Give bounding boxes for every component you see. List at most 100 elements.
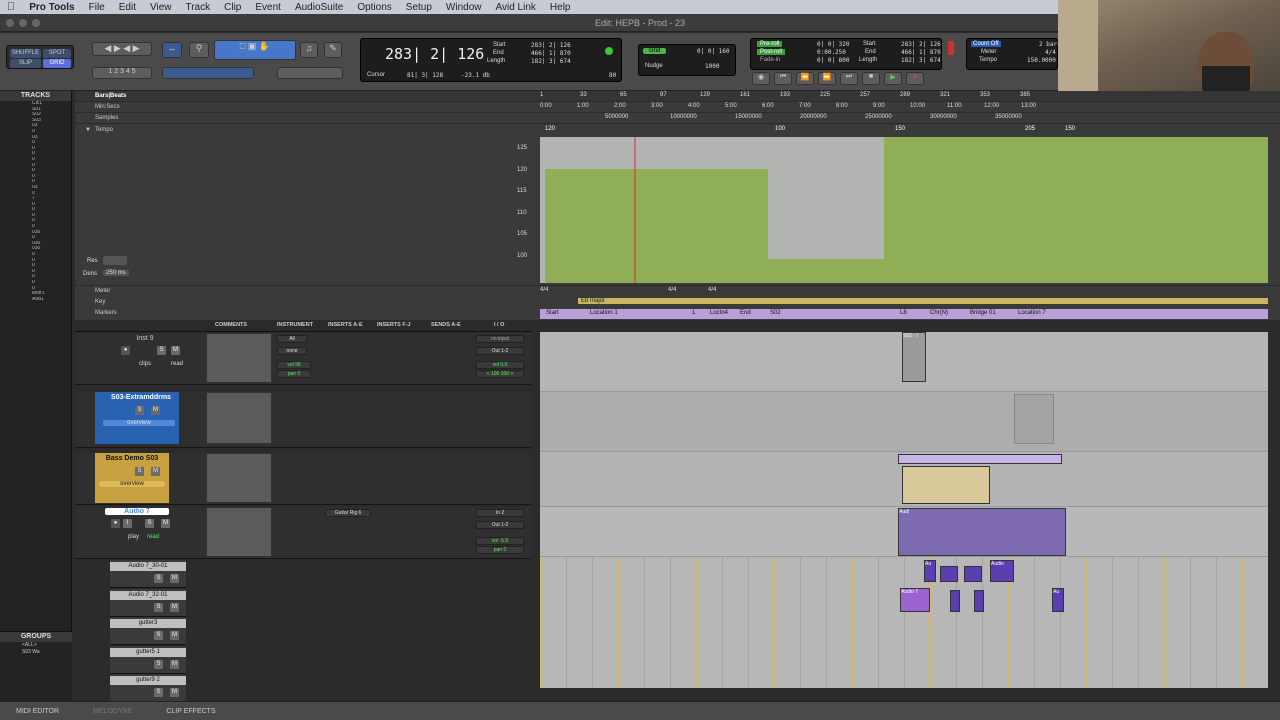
marker-item[interactable]: L8 [900, 310, 907, 316]
clip-effects-tab[interactable]: CLIP EFFECTS [166, 708, 215, 715]
solo-button[interactable]: S [157, 346, 166, 355]
nudge-value[interactable]: 1000 [705, 63, 719, 70]
main-counter-value[interactable]: 283| 2| 126 [385, 45, 484, 63]
instrument-volume[interactable]: vol 96 [277, 361, 311, 369]
record-button[interactable]: ● [121, 346, 130, 355]
fadein-button[interactable]: Fade-in [757, 57, 783, 63]
start-value[interactable]: 283| 2| 126 [531, 42, 571, 49]
record-arm-indicator[interactable] [948, 41, 954, 55]
minimize-window-icon[interactable] [19, 19, 27, 27]
comments-box[interactable] [206, 507, 272, 557]
group-item-all[interactable]: <ALL> [0, 642, 72, 649]
play-icon[interactable]: ▶ [884, 72, 902, 85]
grid-mode-button[interactable]: GRID [43, 59, 71, 68]
menu-setup[interactable]: Setup [406, 2, 432, 13]
comments-box[interactable] [206, 392, 272, 444]
automation-mode[interactable]: read [147, 534, 159, 540]
midi-editor-tab[interactable]: MIDI EDITOR [16, 708, 59, 715]
col-instrument[interactable]: INSTRUMENT [277, 322, 313, 328]
tempo-marker[interactable]: 100 [775, 126, 785, 132]
instrument-pan[interactable]: pan 0 [277, 370, 311, 378]
grid-label[interactable]: Grid [643, 48, 667, 54]
tempo-graph[interactable] [540, 137, 1268, 283]
mute-button[interactable]: M [170, 574, 179, 583]
mute-button[interactable]: M [170, 659, 179, 669]
clip-audio7-lane2-c[interactable] [974, 590, 984, 612]
meter-mark-1[interactable]: 4/4 [540, 287, 548, 293]
tempo-marker[interactable]: 205 [1025, 126, 1035, 132]
marker-item[interactable]: Bridge 01 [970, 310, 996, 316]
marker-item[interactable]: S02 [770, 310, 781, 316]
zoom-buttons[interactable]: ◀ ▶ ◀ ▶ [92, 42, 152, 56]
clip-bass-top[interactable] [898, 454, 1062, 464]
track-name[interactable]: Audio 7 [105, 508, 169, 515]
clip-s03-region[interactable] [1014, 394, 1054, 444]
playlist-lane-name[interactable]: Audio 7_30-01 [110, 562, 186, 571]
solo-button[interactable]: S [154, 574, 163, 583]
input-selector[interactable]: In 2 [476, 509, 524, 517]
menu-edit[interactable]: Edit [119, 2, 136, 13]
transport-start-value[interactable]: 283| 2| 126 [901, 41, 941, 48]
menu-track[interactable]: Track [185, 2, 210, 13]
nudge-label[interactable]: Nudge [645, 63, 663, 69]
clip-audio-sub-c[interactable] [964, 566, 982, 582]
postroll-value[interactable]: 0:00.250 [817, 49, 846, 56]
playlist-lane-name[interactable]: gutter3 [110, 619, 186, 629]
track-name[interactable]: Bass Demo S03 [97, 455, 167, 462]
playlist-lane-name[interactable]: gutter5 1 [110, 647, 186, 657]
meter-mark-3[interactable]: 4/4 [708, 287, 716, 293]
mute-button[interactable]: M [151, 406, 160, 415]
menu-file[interactable]: File [89, 2, 105, 13]
length-value[interactable]: 182| 3| 674 [531, 58, 571, 65]
fast-forward-icon[interactable]: ⏩ [818, 72, 836, 85]
group-item-s03[interactable]: S03 Wa [0, 649, 72, 656]
output-selector[interactable]: Out 1-2 [476, 521, 524, 529]
clip-audio7-lane2-b[interactable] [950, 590, 960, 612]
tempo-marker[interactable]: 150 [1065, 126, 1075, 132]
clip-audio7-waveform[interactable]: Audi [898, 508, 1066, 556]
trim-select-grab-tools[interactable]: □ ▣ ✋ [214, 40, 296, 60]
key-region[interactable]: Eb major [578, 298, 1268, 304]
mute-button[interactable]: M [151, 467, 160, 476]
col-inserts-ae[interactable]: INSERTS A-E [328, 322, 363, 328]
menu-window[interactable]: Window [446, 2, 482, 13]
close-window-icon[interactable] [6, 19, 14, 27]
tracks-header[interactable]: TRACKS [0, 91, 71, 101]
meter-label[interactable]: Meter [981, 49, 996, 55]
marker-item[interactable]: Loctn4 [710, 310, 728, 316]
timeline-area[interactable]: S02 - I Audi Au Audio Audio 7 Au [540, 332, 1268, 688]
record-icon[interactable]: ● [906, 72, 924, 85]
tempo-marker[interactable]: 120 [545, 126, 555, 132]
playlist-lane-name[interactable]: Audio 7_32-01 [110, 590, 186, 600]
clip-audio-sub-d[interactable]: Audio [990, 560, 1014, 582]
track-name[interactable]: S03-Extramddrms [103, 394, 179, 401]
col-io[interactable]: I / O [494, 322, 504, 328]
link-buttons[interactable] [277, 67, 343, 79]
apple-icon[interactable]:  [7, 1, 15, 13]
automation-mode[interactable]: read [171, 361, 183, 367]
minsecs-ruler[interactable]: Min:Secs 0:00 1:00 2:00 3:00 4:00 5:00 6:00 7:0… [75, 102, 1280, 113]
meter-mark-2[interactable]: 4/4 [668, 287, 676, 293]
mute-button[interactable]: M [170, 602, 179, 612]
pan-knob[interactable]: pan 0 [476, 546, 524, 554]
instrument-midi-out[interactable]: none [277, 347, 307, 355]
clip-s02[interactable]: S02 - I [902, 332, 926, 382]
playlist-lane-name[interactable]: gutter9 2 [110, 676, 186, 686]
marker-item[interactable]: Location 1 [590, 310, 618, 316]
playlist-mode[interactable]: play [128, 534, 139, 540]
menu-audiosuite[interactable]: AudioSuite [295, 2, 343, 13]
solo-button[interactable]: S [154, 688, 163, 698]
samples-ruler[interactable]: Samples 5000000 10000000 15000000 20000000 2… [75, 113, 1280, 124]
marker-item[interactable]: Chr(N) [930, 310, 948, 316]
view-selector[interactable]: overview [99, 481, 165, 487]
tempo-label[interactable]: Tempo [979, 57, 997, 63]
mute-button[interactable]: M [170, 688, 179, 698]
input-monitor-button[interactable]: I [123, 519, 132, 528]
slip-mode-button[interactable]: SLIP [10, 59, 41, 68]
instrument-midi-in[interactable]: All [277, 335, 307, 343]
groups-header[interactable]: GROUPS [0, 632, 72, 642]
col-sends-ae[interactable]: SENDS A-E [431, 322, 461, 328]
return-to-zero-icon[interactable]: ⏮ [774, 72, 792, 85]
menu-avid-link[interactable]: Avid Link [496, 2, 536, 13]
transport-length-value[interactable]: 182| 3| 674 [901, 57, 941, 64]
